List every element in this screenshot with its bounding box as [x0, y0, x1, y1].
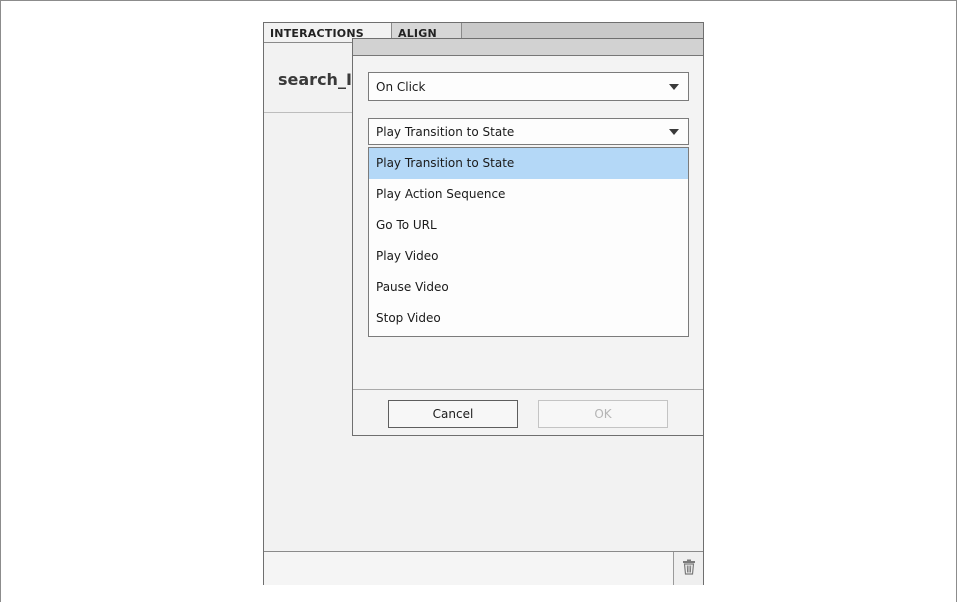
option-play-action-sequence[interactable]: Play Action Sequence	[369, 179, 688, 210]
page-title: search_I	[278, 70, 352, 89]
action-select[interactable]: Play Transition to State	[368, 118, 689, 145]
action-options-list: Play Transition to State Play Action Seq…	[368, 147, 689, 337]
option-stop-video[interactable]: Stop Video	[369, 303, 688, 334]
option-play-video[interactable]: Play Video	[369, 241, 688, 272]
chevron-down-icon	[669, 129, 679, 135]
trash-icon	[682, 559, 696, 579]
option-pause-video[interactable]: Pause Video	[369, 272, 688, 303]
option-go-to-url[interactable]: Go To URL	[369, 210, 688, 241]
ok-button[interactable]: OK	[538, 400, 668, 428]
event-select-value: On Click	[376, 80, 426, 94]
chevron-down-icon	[669, 84, 679, 90]
divider	[353, 389, 703, 390]
action-select-value: Play Transition to State	[376, 125, 515, 139]
panel-footer	[264, 551, 703, 585]
add-interaction-dialog: On Click Play Transition to State Play T…	[352, 38, 704, 436]
delete-interaction-button[interactable]	[673, 552, 703, 585]
option-play-transition-to-state[interactable]: Play Transition to State	[369, 148, 688, 179]
dialog-titlebar[interactable]	[353, 39, 703, 56]
cancel-button[interactable]: Cancel	[388, 400, 518, 428]
event-select[interactable]: On Click	[368, 72, 689, 101]
